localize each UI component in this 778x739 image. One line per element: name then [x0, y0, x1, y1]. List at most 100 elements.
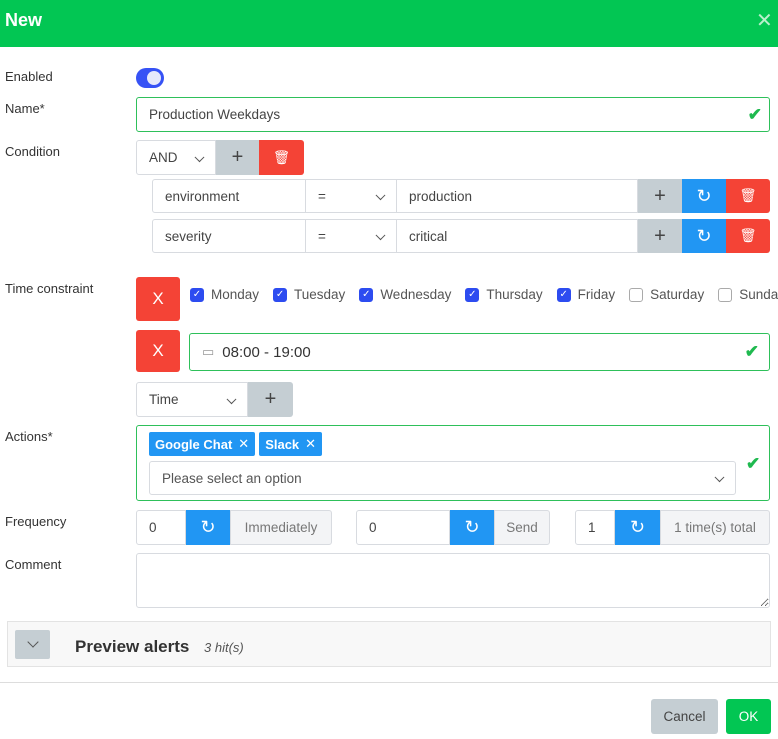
toggle-preview-button[interactable]	[15, 630, 50, 659]
frequency-value: 1	[588, 520, 596, 535]
day-label: Friday	[577, 287, 616, 302]
dialog-title: New	[5, 10, 43, 30]
action-tag-label: Google Chat	[155, 436, 233, 452]
trash-icon: 🗑	[739, 228, 757, 243]
day-checkbox-sunday[interactable]: Sunday	[718, 287, 778, 302]
condition-op-value: =	[318, 228, 326, 244]
refresh-icon: ↻	[696, 225, 712, 246]
remove-days-constraint-button[interactable]: X	[136, 277, 180, 321]
checkbox[interactable]	[629, 287, 644, 302]
day-checkbox-thursday[interactable]: ✓ Thursday	[465, 287, 543, 302]
remove-tag-icon[interactable]: ✕	[305, 436, 316, 452]
actions-placeholder: Please select an option	[162, 470, 302, 486]
add-subcondition-button[interactable]: +	[638, 219, 682, 253]
condition-op-select[interactable]: =	[306, 219, 397, 253]
condition-value-input[interactable]: production	[397, 179, 638, 213]
day-label: Saturday	[650, 287, 705, 302]
condition-operator-value: AND	[149, 150, 178, 165]
checkbox[interactable]: ✓	[465, 287, 480, 302]
constraint-type-select[interactable]: Time	[136, 382, 248, 417]
frequency-value: 0	[149, 520, 157, 535]
frequency-addon: Send	[494, 510, 550, 545]
day-label: Tuesday	[294, 287, 346, 302]
name-label: Name*	[5, 101, 45, 116]
day-checkbox-monday[interactable]: ✓ Monday	[190, 287, 259, 302]
ok-button[interactable]: OK	[726, 699, 771, 734]
enabled-label: Enabled	[5, 69, 53, 84]
chevron-down-icon	[714, 472, 725, 483]
day-checkbox-saturday[interactable]: Saturday	[629, 287, 704, 302]
name-value: Production Weekdays	[149, 107, 281, 122]
frequency-label: Frequency	[5, 514, 67, 529]
frequency-input[interactable]: 0	[356, 510, 450, 545]
frequency-value: 0	[369, 520, 377, 535]
weekday-checkboxes: ✓ Monday ✓ Tuesday ✓ Wednesday ✓ Thursday ✓ Frida…	[190, 287, 778, 302]
valid-check-icon: ✔	[746, 454, 761, 473]
checkbox[interactable]	[718, 287, 733, 302]
actions-label: Actions*	[5, 429, 53, 444]
condition-value: critical	[409, 228, 448, 244]
trash-icon: 🗑	[272, 149, 291, 165]
checkbox[interactable]: ✓	[273, 287, 288, 302]
preview-title: Preview alerts	[75, 637, 190, 656]
day-checkbox-tuesday[interactable]: ✓ Tuesday	[273, 287, 345, 302]
remove-tag-icon[interactable]: ✕	[238, 436, 249, 452]
close-icon[interactable]: ✕	[756, 8, 773, 33]
name-input[interactable]: Production Weekdays ✔	[136, 97, 770, 132]
frequency-reset-button[interactable]: ↻	[615, 510, 660, 545]
action-tag: Google Chat ✕	[149, 432, 256, 456]
cancel-button[interactable]: Cancel	[651, 699, 718, 734]
checkbox[interactable]: ✓	[556, 287, 571, 302]
trash-icon: 🗑	[739, 188, 757, 203]
day-label: Sunday	[739, 287, 778, 302]
condition-value: production	[409, 188, 473, 204]
chevron-down-icon	[194, 151, 205, 162]
refresh-condition-button[interactable]: ↻	[682, 219, 726, 253]
refresh-icon: ↻	[464, 517, 480, 537]
condition-field-input[interactable]: environment	[152, 179, 306, 213]
preview-hits: 3 hit(s)	[204, 640, 244, 655]
add-subcondition-button[interactable]: +	[638, 179, 682, 213]
constraint-type-value: Time	[149, 392, 179, 407]
condition-field-input[interactable]: severity	[152, 219, 306, 253]
enabled-toggle[interactable]	[136, 68, 164, 88]
delete-condition-button[interactable]: 🗑	[726, 179, 770, 213]
frequency-reset-button[interactable]: ↻	[450, 510, 494, 545]
action-tag: Slack ✕	[259, 432, 323, 456]
delete-condition-button[interactable]: 🗑	[726, 219, 770, 253]
delete-condition-group-button[interactable]: 🗑	[259, 140, 304, 175]
checkbox[interactable]: ✓	[359, 287, 374, 302]
checkbox[interactable]: ✓	[190, 287, 204, 302]
refresh-icon: ↻	[200, 517, 216, 537]
actions-select[interactable]: Please select an option	[149, 461, 736, 495]
day-checkbox-friday[interactable]: ✓ Friday	[556, 287, 616, 302]
condition-field-value: severity	[165, 228, 212, 244]
frequency-reset-button[interactable]: ↻	[186, 510, 230, 545]
day-label: Thursday	[486, 287, 543, 302]
frequency-input[interactable]: 1	[575, 510, 615, 545]
refresh-icon: ↻	[696, 185, 712, 206]
chevron-down-icon	[375, 230, 386, 241]
comment-textarea[interactable]	[136, 553, 770, 608]
action-tag-label: Slack	[265, 436, 300, 452]
footer-divider	[0, 682, 778, 683]
time-range-input[interactable]: ▭ 08:00 - 19:00 ✔	[189, 333, 770, 371]
condition-value-input[interactable]: critical	[397, 219, 638, 253]
refresh-condition-button[interactable]: ↻	[682, 179, 726, 213]
add-constraint-button[interactable]: +	[248, 382, 293, 417]
valid-check-icon: ✔	[744, 342, 759, 361]
calendar-icon: ▭	[202, 344, 215, 359]
day-checkbox-wednesday[interactable]: ✓ Wednesday	[359, 287, 451, 302]
comment-label: Comment	[5, 557, 62, 572]
condition-op-select[interactable]: =	[306, 179, 397, 213]
time-range-value: 08:00 - 19:00	[222, 343, 311, 361]
remove-time-constraint-button[interactable]: X	[136, 330, 180, 372]
chevron-down-icon	[26, 635, 39, 648]
frequency-addon: Immediately	[230, 510, 332, 545]
frequency-input[interactable]: 0	[136, 510, 186, 545]
add-condition-button[interactable]: +	[216, 140, 259, 175]
condition-operator-select[interactable]: AND	[136, 140, 216, 175]
day-label: Wednesday	[380, 287, 452, 302]
condition-op-value: =	[318, 188, 326, 204]
condition-field-value: environment	[165, 188, 240, 204]
